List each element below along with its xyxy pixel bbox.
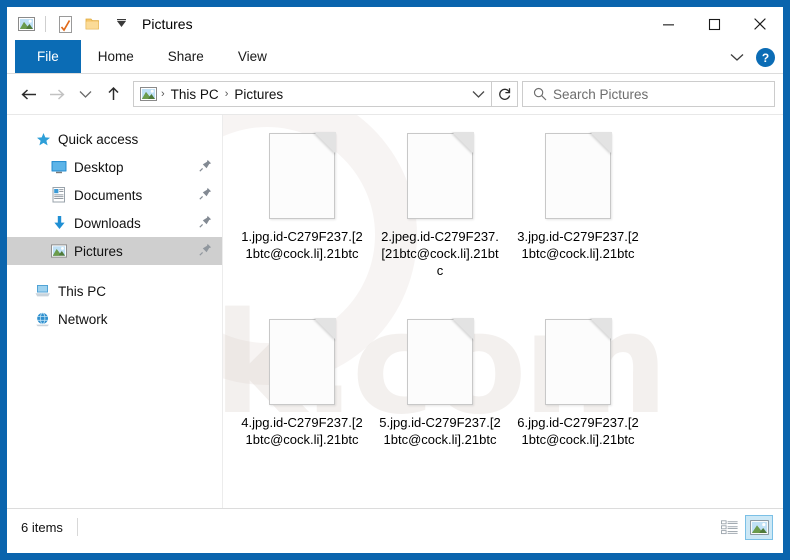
sidebar-item-this-pc[interactable]: This PC [7,277,222,305]
close-button[interactable] [737,7,783,41]
sidebar-item-label: Desktop [74,159,124,175]
file-name-label: 1.jpg.id-C279F237.[21btc@cock.li].21btc [241,229,363,261]
search-icon [533,87,547,101]
blank-file-icon [407,318,474,405]
sidebar-item-label: Downloads [74,215,141,231]
network-icon [35,311,51,327]
star-icon [35,131,51,147]
ribbon-tab-bar: File Home Share View ? [7,40,783,74]
explorer-body: risk.com Quick access Desktop Documents … [7,114,783,508]
breadcrumb-root-icon[interactable] [140,87,157,101]
file-name-label: 6.jpg.id-C279F237.[21btc@cock.li].21btc [517,415,639,447]
ribbon-right-controls: ? [726,41,775,74]
blank-file-icon [269,318,336,405]
file-item[interactable]: 5.jpg.id-C279F237.[21btc@cock.li].21btc [371,315,509,501]
status-divider [76,518,78,536]
view-mode-buttons [715,514,783,540]
ribbon-tabs: File Home Share View [7,40,284,73]
window-controls [645,7,783,41]
file-name-label: 4.jpg.id-C279F237.[21btc@cock.li].21btc [241,415,363,447]
downloads-icon [51,215,67,231]
forward-button [43,79,71,109]
chevron-down-icon[interactable] [726,47,748,69]
file-name-label: 3.jpg.id-C279F237.[21btc@cock.li].21btc [517,229,639,261]
tab-file[interactable]: File [15,40,81,73]
pin-icon[interactable] [199,159,212,175]
sidebar-item-desktop[interactable]: Desktop [7,153,222,181]
search-input[interactable]: Search Pictures [522,81,775,107]
back-button[interactable] [15,79,43,109]
sidebar-item-label: Pictures [74,243,123,259]
breadcrumb: › This PC › Pictures [134,87,465,102]
this-pc-icon [35,283,51,299]
blank-file-icon [545,132,612,219]
status-bar: 6 items [7,508,783,545]
customize-dropdown-icon[interactable] [108,11,134,37]
pin-icon[interactable] [199,243,212,259]
file-item[interactable]: 3.jpg.id-C279F237.[21btc@cock.li].21btc [509,129,647,315]
sidebar-item-label: This PC [58,283,107,299]
search-placeholder: Search Pictures [553,86,649,102]
file-item[interactable]: 6.jpg.id-C279F237.[21btc@cock.li].21btc [509,315,647,501]
file-list-pane[interactable]: 1.jpg.id-C279F237.[21btc@cock.li].21btc … [223,115,783,508]
pictures-icon [51,243,67,259]
explorer-window: Pictures File Home Share View ? › This P… [0,0,790,560]
navigation-pane: Quick access Desktop Documents Downloads… [7,115,223,508]
breadcrumb-item-pictures[interactable]: Pictures [230,87,287,102]
sidebar-item-pictures[interactable]: Pictures [7,237,222,265]
file-item[interactable]: 4.jpg.id-C279F237.[21btc@cock.li].21btc [233,315,371,501]
breadcrumb-item-this-pc[interactable]: This PC [167,87,223,102]
window-frame: Pictures File Home Share View ? › This P… [7,7,783,553]
tab-home[interactable]: Home [81,40,151,73]
tab-view[interactable]: View [221,40,284,73]
window-title: Pictures [142,16,193,32]
file-item[interactable]: 1.jpg.id-C279F237.[21btc@cock.li].21btc [233,129,371,315]
file-name-label: 5.jpg.id-C279F237.[21btc@cock.li].21btc [379,415,501,447]
help-button[interactable]: ? [756,48,775,67]
sidebar-item-label: Network [58,311,108,327]
documents-icon [51,187,67,203]
quick-access-toolbar [7,7,134,41]
pictures-icon[interactable] [13,11,39,37]
blank-file-icon [269,132,336,219]
sidebar-item-documents[interactable]: Documents [7,181,222,209]
toolbar-divider [45,16,46,32]
address-dropdown-icon[interactable] [465,82,491,106]
file-item[interactable]: 2.jpeg.id-C279F237.[21btc@cock.li].21btc [371,129,509,315]
minimize-button[interactable] [645,7,691,41]
sidebar-item-label: Documents [74,187,143,203]
file-grid: 1.jpg.id-C279F237.[21btc@cock.li].21btc … [233,129,777,501]
item-count-label: 6 items [21,519,63,535]
blank-file-icon [545,318,612,405]
details-view-button[interactable] [715,515,743,540]
breadcrumb-separator: › [161,88,165,100]
title-bar: Pictures [7,7,783,41]
new-folder-icon[interactable] [80,11,106,37]
refresh-button[interactable] [492,81,518,107]
sidebar-item-quick-access[interactable]: Quick access [7,125,222,153]
desktop-icon [51,159,67,175]
file-name-label: 2.jpeg.id-C279F237.[21btc@cock.li].21btc [381,229,499,278]
properties-icon[interactable] [52,11,78,37]
sidebar-item-network[interactable]: Network [7,305,222,333]
pin-icon[interactable] [199,187,212,203]
address-toolbar: › This PC › Pictures Search Pictures [7,74,783,114]
up-button[interactable] [99,79,127,109]
tab-share[interactable]: Share [151,40,221,73]
sidebar-item-label: Quick access [58,131,139,147]
recent-locations-button[interactable] [71,79,99,109]
blank-file-icon [407,132,474,219]
pin-icon[interactable] [199,215,212,231]
address-bar[interactable]: › This PC › Pictures [133,81,492,107]
maximize-button[interactable] [691,7,737,41]
breadcrumb-separator: › [224,88,229,100]
large-icons-view-button[interactable] [745,514,773,540]
sidebar-item-downloads[interactable]: Downloads [7,209,222,237]
